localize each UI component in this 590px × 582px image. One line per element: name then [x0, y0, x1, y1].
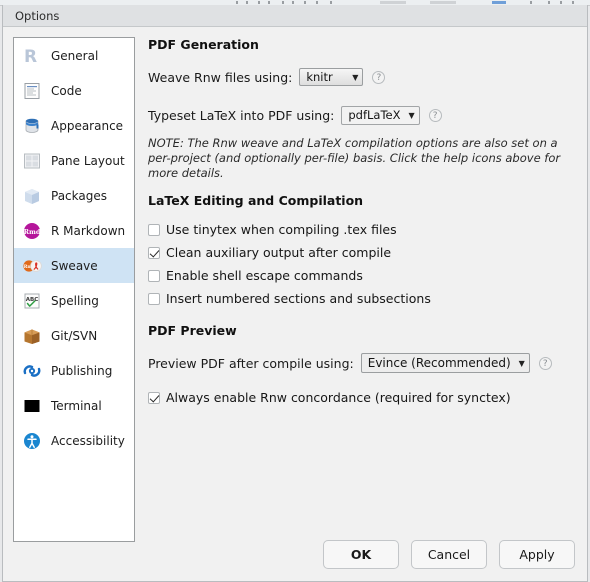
- sidebar-item-terminal[interactable]: Terminal: [14, 388, 134, 423]
- weave-rnw-row: Weave Rnw files using: knitr ▼ ?: [148, 62, 578, 92]
- sweave-options-panel: PDF Generation Weave Rnw files using: kn…: [148, 37, 578, 409]
- preview-pdf-value: Evince (Recommended): [367, 356, 511, 370]
- sidebar-item-packages[interactable]: Packages: [14, 178, 134, 213]
- weave-rnw-select[interactable]: knitr ▼: [299, 68, 364, 86]
- latex-editing-heading: LaTeX Editing and Compilation: [148, 193, 364, 208]
- sidebar-item-label: General: [51, 48, 99, 63]
- sidebar-item-label: Terminal: [51, 398, 102, 413]
- dialog-title: Options: [15, 8, 60, 23]
- terminal-icon: [22, 396, 42, 416]
- shell-escape-checkbox[interactable]: [148, 269, 160, 282]
- cardboard-box-icon: [22, 326, 42, 346]
- numbered-sections-label: Insert numbered sections and subsections: [166, 291, 431, 306]
- checkbox-row-concordance[interactable]: Always enable Rnw concordance (required …: [148, 386, 578, 409]
- typeset-latex-label: Typeset LaTeX into PDF using:: [148, 107, 335, 123]
- preview-pdf-row: Preview PDF after compile using: Evince …: [148, 348, 578, 378]
- dialog-body: R General Code Appearance Pane Layout Pa…: [3, 27, 587, 581]
- ok-button[interactable]: OK: [323, 540, 399, 569]
- rmd-badge-icon: Rmd: [22, 221, 42, 241]
- box-cube-icon: [22, 186, 42, 206]
- concordance-checkbox[interactable]: [148, 391, 160, 404]
- sidebar-item-label: Spelling: [51, 293, 99, 308]
- abc-check-icon: ABC: [22, 291, 42, 311]
- sidebar-item-pane-layout[interactable]: Pane Layout: [14, 143, 134, 178]
- pdf-preview-heading: PDF Preview: [148, 323, 237, 338]
- pdf-generation-heading: PDF Generation: [148, 37, 259, 52]
- sidebar-item-code[interactable]: Code: [14, 73, 134, 108]
- sidebar-item-label: Publishing: [51, 363, 113, 378]
- sidebar-item-label: Sweave: [51, 258, 98, 273]
- weave-rnw-label: Weave Rnw files using:: [148, 69, 293, 85]
- sidebar-item-label: Accessibility: [51, 433, 125, 448]
- preview-pdf-label: Preview PDF after compile using:: [148, 355, 354, 371]
- sidebar-item-label: Pane Layout: [51, 153, 125, 168]
- sidebar-item-publishing[interactable]: Publishing: [14, 353, 134, 388]
- checkbox-row-tinytex[interactable]: Use tinytex when compiling .tex files: [148, 218, 578, 241]
- dialog-titlebar: Options: [3, 5, 587, 27]
- clean-aux-label: Clean auxiliary output after compile: [166, 245, 392, 260]
- typeset-latex-select[interactable]: pdfLaTeX ▼: [341, 105, 420, 125]
- preview-pdf-select[interactable]: Evince (Recommended) ▼: [360, 353, 530, 373]
- sidebar-item-r-markdown[interactable]: Rmd R Markdown: [14, 213, 134, 248]
- sidebar-item-general[interactable]: R General: [14, 38, 134, 73]
- clean-aux-checkbox[interactable]: [148, 246, 160, 259]
- svg-text:R: R: [24, 47, 37, 66]
- weave-rnw-value: knitr: [306, 70, 333, 84]
- typeset-latex-row: Typeset LaTeX into PDF using: pdfLaTeX ▼…: [148, 100, 578, 130]
- apply-button[interactable]: Apply: [499, 540, 575, 569]
- concordance-label: Always enable Rnw concordance (required …: [166, 390, 511, 405]
- dialog-footer: OK Cancel Apply: [323, 540, 575, 569]
- accessibility-icon: [22, 431, 42, 451]
- sidebar-item-sweave[interactable]: Rnw Sweave: [14, 248, 134, 283]
- grid-panes-icon: [22, 151, 42, 171]
- typeset-latex-value: pdfLaTeX: [348, 108, 401, 122]
- shell-escape-label: Enable shell escape commands: [166, 268, 363, 283]
- chevron-down-icon: ▼: [352, 72, 359, 82]
- sidebar-item-appearance[interactable]: Appearance: [14, 108, 134, 143]
- r-logo-icon: R: [22, 46, 42, 67]
- weave-help-icon[interactable]: ?: [372, 70, 386, 84]
- sidebar-item-label: Packages: [51, 188, 107, 203]
- sidebar-item-spelling[interactable]: ABC Spelling: [14, 283, 134, 318]
- numbered-sections-checkbox[interactable]: [148, 292, 160, 305]
- checkbox-row-clean-aux[interactable]: Clean auxiliary output after compile: [148, 241, 578, 264]
- document-icon: [22, 81, 42, 101]
- sidebar-item-accessibility[interactable]: Accessibility: [14, 423, 134, 458]
- publish-icon: [22, 361, 42, 381]
- svg-text:Rmd: Rmd: [24, 228, 41, 236]
- sidebar-item-label: Appearance: [51, 118, 124, 133]
- typeset-help-icon[interactable]: ?: [428, 108, 442, 122]
- tinytex-checkbox[interactable]: [148, 223, 160, 236]
- chevron-down-icon: ▼: [518, 358, 525, 368]
- chevron-down-icon: ▼: [408, 110, 415, 120]
- paint-bucket-icon: [22, 116, 42, 136]
- checkbox-row-numbered-sections[interactable]: Insert numbered sections and subsections: [148, 287, 578, 310]
- sweave-pdf-icon: Rnw: [22, 256, 42, 276]
- sidebar-item-git-svn[interactable]: Git/SVN: [14, 318, 134, 353]
- checkbox-row-shell-escape[interactable]: Enable shell escape commands: [148, 264, 578, 287]
- options-dialog: Options R General Code Appearance Pane L…: [2, 5, 588, 582]
- sidebar-item-label: Git/SVN: [51, 328, 98, 343]
- sidebar-item-label: R Markdown: [51, 223, 126, 238]
- sidebar-item-label: Code: [51, 83, 82, 98]
- category-sidebar[interactable]: R General Code Appearance Pane Layout Pa…: [13, 37, 135, 542]
- preview-help-icon[interactable]: ?: [538, 356, 552, 370]
- per-project-note: NOTE: The Rnw weave and LaTeX compilatio…: [148, 136, 561, 180]
- cancel-button[interactable]: Cancel: [411, 540, 487, 569]
- svg-text:ABC: ABC: [26, 297, 39, 303]
- tinytex-label: Use tinytex when compiling .tex files: [166, 222, 397, 237]
